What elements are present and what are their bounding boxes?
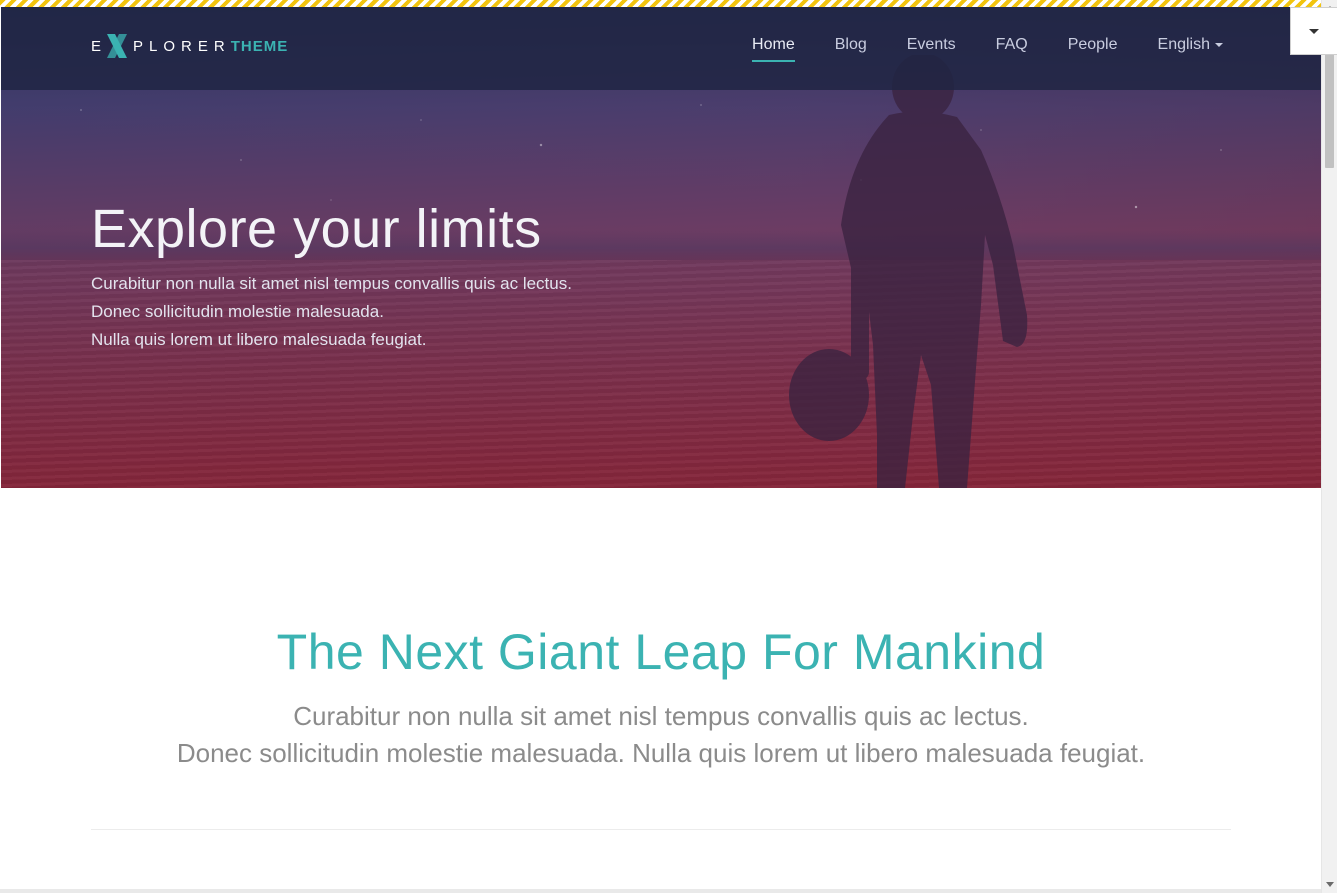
hero-description: Curabitur non nulla sit amet nisl tempus… (91, 270, 572, 354)
vertical-scrollbar[interactable] (1321, 0, 1337, 893)
intro-description: Curabitur non nulla sit amet nisl tempus… (1, 698, 1321, 772)
page-viewport: Explore your limits Curabitur non nulla … (1, 0, 1321, 893)
hero-title: Explore your limits (91, 199, 542, 259)
intro-section: The Next Giant Leap For Mankind Curabitu… (1, 488, 1321, 893)
caret-down-icon (1215, 42, 1223, 47)
window-bottom-edge (0, 889, 1321, 893)
intro-line: Donec sollicitudin molestie malesuada. N… (176, 738, 1146, 768)
astronaut-silhouette-image (789, 55, 1028, 488)
corner-dropdown-button[interactable] (1290, 7, 1337, 55)
top-warning-stripe (0, 0, 1321, 7)
hero-line: Donec sollicitudin molestie malesuada. (91, 302, 384, 321)
site-logo[interactable]: E PLORER THEME (91, 33, 288, 59)
nav-item-events[interactable]: Events (907, 36, 956, 54)
language-label: English (1157, 36, 1210, 53)
logo-text: PLORER (133, 37, 231, 55)
logo-suffix: THEME (230, 37, 289, 55)
nav-item-people[interactable]: People (1068, 36, 1118, 54)
main-navigation: Home Blog Events FAQ People English (712, 0, 1223, 90)
chevron-down-icon (1309, 28, 1319, 34)
section-divider (91, 829, 1231, 830)
language-dropdown[interactable]: English (1158, 36, 1223, 54)
intro-title: The Next Giant Leap For Mankind (276, 624, 1046, 680)
nav-item-home[interactable]: Home (752, 36, 795, 62)
nav-item-faq[interactable]: FAQ (996, 36, 1028, 54)
scroll-down-icon[interactable] (1326, 882, 1334, 887)
top-navbar: E PLORER THEME Home Blog Events FAQ Peop… (1, 0, 1321, 90)
hero-line: Curabitur non nulla sit amet nisl tempus… (91, 274, 572, 293)
hero-line: Nulla quis lorem ut libero malesuada feu… (91, 330, 427, 349)
intro-line: Curabitur non nulla sit amet nisl tempus… (293, 701, 1029, 731)
nav-item-blog[interactable]: Blog (835, 36, 867, 54)
x-logo-icon (107, 34, 128, 58)
hero-text-block: Explore your limits Curabitur non nulla … (91, 196, 572, 354)
